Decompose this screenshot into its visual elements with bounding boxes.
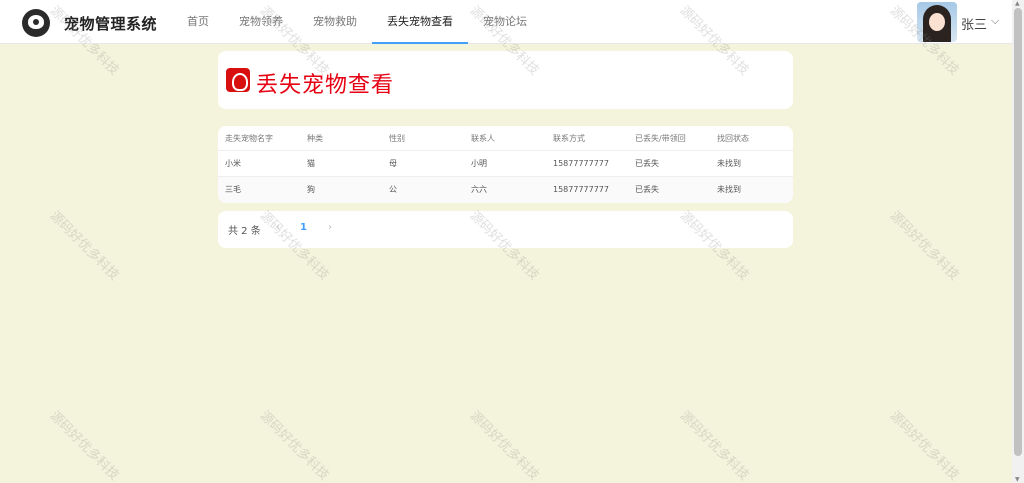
chevron-down-icon[interactable]: ⌵: [991, 14, 999, 28]
cell-pet-name: 三毛: [225, 185, 241, 194]
watermark: 源码好优多科技: [466, 408, 542, 483]
scroll-up-icon[interactable]: ▲: [1015, 0, 1020, 7]
cell-pet-name: 小米: [225, 159, 241, 168]
page-title: 丢失宠物查看: [256, 73, 395, 98]
cell-contact-phone: 15877777777: [553, 159, 609, 168]
watermark: 源码好优多科技: [676, 408, 752, 483]
next-page-icon[interactable]: ›: [328, 222, 332, 233]
scrollbar-thumb[interactable]: [1014, 8, 1022, 456]
col-lost-status: 已丢失/带领回: [635, 134, 686, 143]
watermark: 源码好优多科技: [46, 408, 122, 483]
nav-home[interactable]: 首页: [172, 0, 224, 44]
cell-lost-status: 已丢失: [635, 185, 659, 194]
top-header: 宠物管理系统 首页 宠物领养 宠物救助 丢失宠物查看 宠物论坛 张三 ⌵: [0, 0, 1012, 44]
cell-contact-person: 小明: [471, 159, 487, 168]
page-title-card: 丢失宠物查看: [218, 51, 793, 109]
cell-found-status: 未找到: [717, 159, 741, 168]
cell-species: 猫: [307, 159, 315, 168]
app-brand-title: 宠物管理系统: [64, 15, 158, 33]
scroll-down-icon[interactable]: ▼: [1015, 476, 1020, 483]
col-found-status: 找回状态: [717, 134, 749, 143]
page-number-current[interactable]: 1: [300, 222, 307, 233]
col-pet-name: 走失宠物名字: [225, 134, 273, 143]
cell-found-status: 未找到: [717, 185, 741, 194]
nav-lost-pets[interactable]: 丢失宠物查看: [372, 0, 468, 44]
nav-pet-rescue[interactable]: 宠物救助: [298, 0, 372, 44]
col-species: 种类: [307, 134, 323, 143]
col-contact-person: 联系人: [471, 134, 495, 143]
cell-gender: 母: [389, 159, 397, 168]
page-scrollbar[interactable]: ▲ ▼: [1012, 0, 1024, 483]
table-header-row: 走失宠物名字 种类 性别 联系人 联系方式 已丢失/带领回 找回状态: [218, 126, 793, 151]
pagination-total: 共 2 条: [228, 226, 261, 237]
cell-species: 狗: [307, 185, 315, 194]
cell-lost-status: 已丢失: [635, 159, 659, 168]
watermark: 源码好优多科技: [46, 208, 122, 284]
table-row[interactable]: 小米 猫 母 小明 15877777777 已丢失 未找到: [218, 151, 793, 177]
pet-paw-icon: [226, 68, 250, 92]
table-row[interactable]: 三毛 狗 公 六六 15877777777 已丢失 未找到: [218, 177, 793, 203]
cell-contact-phone: 15877777777: [553, 185, 609, 194]
main-nav: 首页 宠物领养 宠物救助 丢失宠物查看 宠物论坛: [172, 0, 542, 44]
nav-pet-adoption[interactable]: 宠物领养: [224, 0, 298, 44]
app-logo-icon[interactable]: [22, 9, 50, 37]
username[interactable]: 张三: [961, 14, 987, 33]
pagination-card: 共 2 条 ‹ 1 ›: [218, 211, 793, 248]
user-avatar[interactable]: [917, 2, 957, 42]
col-contact-phone: 联系方式: [553, 134, 585, 143]
cell-gender: 公: [389, 185, 397, 194]
lost-pets-table: 走失宠物名字 种类 性别 联系人 联系方式 已丢失/带领回 找回状态 小米 猫 …: [218, 126, 793, 203]
watermark: 源码好优多科技: [886, 408, 962, 483]
cell-contact-person: 六六: [471, 185, 487, 194]
prev-page-icon[interactable]: ‹: [276, 222, 280, 233]
col-gender: 性别: [389, 134, 405, 143]
watermark: 源码好优多科技: [886, 208, 962, 284]
nav-pet-forum[interactable]: 宠物论坛: [468, 0, 542, 44]
watermark: 源码好优多科技: [256, 408, 332, 483]
